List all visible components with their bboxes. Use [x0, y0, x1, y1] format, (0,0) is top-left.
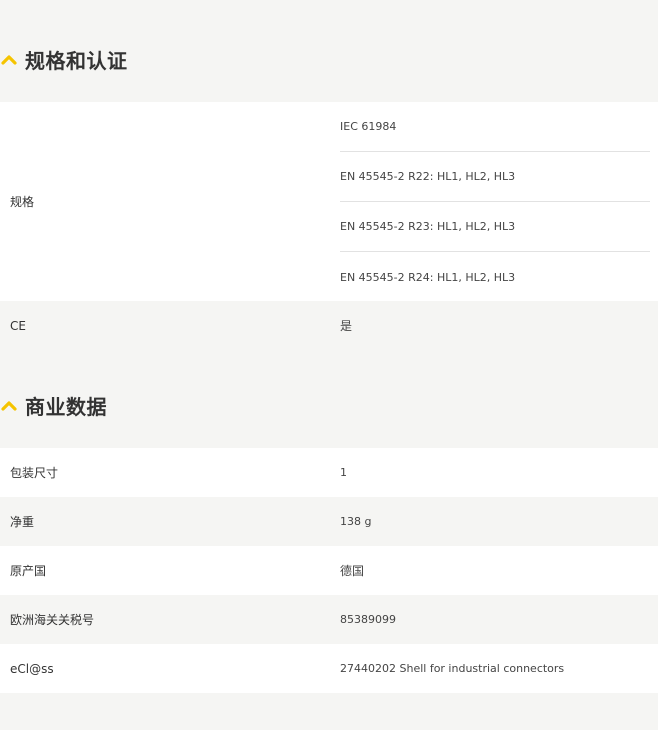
- row-value: 1: [340, 466, 347, 479]
- row-label: 包装尺寸: [10, 466, 59, 480]
- standard-value: EN 45545-2 R24: HL1, HL2, HL3: [340, 270, 516, 284]
- table-row: CE 是: [0, 301, 658, 350]
- table-row: 规格 IEC 61984 EN 45545-2 R22: HL1, HL2, H…: [0, 102, 658, 301]
- commercial-table: 包装尺寸 1 净重 138 g 原产国 德国 欧洲海关关税号 85389099 …: [0, 448, 658, 693]
- row-value: 85389099: [340, 613, 396, 626]
- row-label: eCl@ss: [10, 661, 54, 676]
- table-row: 包装尺寸 1: [0, 448, 658, 497]
- section-header-commercial[interactable]: 商业数据: [0, 390, 107, 420]
- standard-value: EN 45545-2 R22: HL1, HL2, HL3: [340, 152, 650, 202]
- section-title: 商业数据: [25, 394, 107, 419]
- standard-value: IEC 61984: [340, 102, 650, 152]
- row-label: 规格: [10, 195, 35, 209]
- table-row: eCl@ss 27440202 Shell for industrial con…: [0, 644, 658, 693]
- row-value: 138 g: [340, 515, 372, 528]
- table-row: 欧洲海关关税号 85389099: [0, 595, 658, 644]
- row-label: 欧洲海关关税号: [10, 613, 95, 627]
- row-value: 27440202 Shell for industrial connectors: [340, 662, 565, 675]
- row-label: 净重: [10, 515, 35, 529]
- specs-table: 规格 IEC 61984 EN 45545-2 R22: HL1, HL2, H…: [0, 102, 658, 350]
- row-label: CE: [10, 318, 26, 333]
- chevron-up-icon[interactable]: [1, 399, 17, 411]
- standard-value: EN 45545-2 R23: HL1, HL2, HL3: [340, 202, 650, 252]
- row-value: 是: [340, 319, 353, 333]
- row-value-list: IEC 61984 EN 45545-2 R22: HL1, HL2, HL3 …: [340, 102, 658, 301]
- table-row: 原产国 德国: [0, 546, 658, 595]
- chevron-up-icon[interactable]: [1, 53, 17, 65]
- row-value: 德国: [340, 564, 365, 578]
- table-row: 净重 138 g: [0, 497, 658, 546]
- row-label: 原产国: [10, 564, 47, 578]
- section-title: 规格和认证: [25, 48, 128, 73]
- section-header-specs[interactable]: 规格和认证: [0, 44, 128, 74]
